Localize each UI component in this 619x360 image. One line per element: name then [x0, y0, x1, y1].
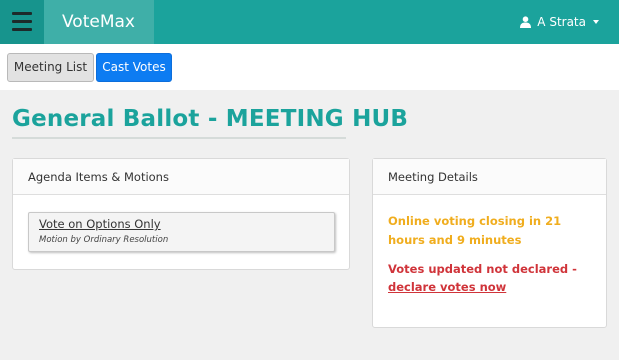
brand-logo[interactable]: VoteMax [44, 0, 154, 44]
tab-meeting-list[interactable]: Meeting List [7, 53, 94, 82]
motion-type: Motion by Ordinary Resolution [39, 235, 169, 245]
hamburger-line [12, 28, 32, 31]
title-divider [12, 137, 346, 139]
user-icon [520, 16, 532, 28]
caret-down-icon [593, 20, 599, 24]
page-title: General Ballot - MEETING HUB [12, 106, 409, 132]
votes-status-notice: Votes updated not declared - declare vot… [388, 260, 593, 296]
hamburger-menu-icon[interactable] [0, 0, 44, 44]
agenda-panel-heading: Agenda Items & Motions [13, 159, 349, 195]
hamburger-line [12, 12, 32, 15]
votes-status-text: Votes updated not declared - [388, 262, 577, 276]
meeting-details-heading: Meeting Details [373, 159, 606, 195]
tab-cast-votes[interactable]: Cast Votes [96, 53, 172, 82]
user-menu[interactable]: A Strata [520, 0, 599, 44]
declare-votes-link[interactable]: declare votes now [388, 280, 506, 294]
agenda-panel: Agenda Items & Motions Vote on Options O… [12, 158, 350, 270]
motion-card[interactable]: Vote on Options Only Motion by Ordinary … [28, 212, 335, 252]
hamburger-line [12, 20, 32, 23]
tab-bar: Meeting List Cast Votes [0, 44, 619, 90]
user-name: A Strata [537, 15, 586, 29]
meeting-details-panel: Meeting Details Online voting closing in… [372, 158, 607, 328]
motion-title-link[interactable]: Vote on Options Only [39, 217, 324, 231]
voting-closing-notice: Online voting closing in 21 hours and 9 … [388, 214, 562, 247]
top-navbar: VoteMax A Strata [0, 0, 619, 44]
